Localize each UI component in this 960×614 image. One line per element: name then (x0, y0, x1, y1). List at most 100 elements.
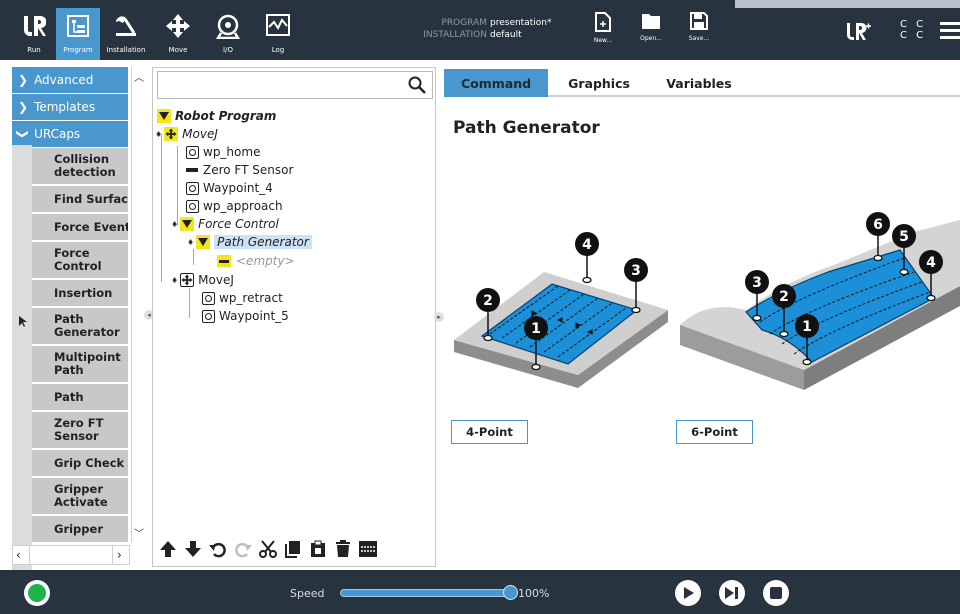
tab-command[interactable]: Command (444, 69, 548, 97)
tree-node-robot-program[interactable]: Robot Program (157, 108, 276, 124)
tree-node-wp-approach[interactable]: wp_approach (185, 198, 283, 214)
four-point-label-1: 1 (531, 321, 541, 337)
nav-move[interactable]: Move (156, 8, 200, 60)
urcap-force-control[interactable]: Force Control (32, 242, 128, 278)
nav-log[interactable]: Log (256, 8, 300, 60)
urcap-collision-detection[interactable]: Collision detection (32, 148, 128, 184)
urcap-insertion[interactable]: Insertion (32, 280, 128, 306)
category-templates[interactable]: ❯ Templates (12, 94, 128, 120)
step-button[interactable] (719, 580, 745, 606)
category-advanced[interactable]: ❯ Advanced (12, 67, 128, 93)
stop-button[interactable] (763, 580, 789, 606)
hamburger-menu-icon[interactable] (940, 20, 960, 44)
play-button[interactable] (675, 580, 701, 606)
folder-icon (642, 14, 660, 29)
top-bar: Run Program Installation Move I/O Log PR… (0, 0, 960, 60)
play-icon (684, 587, 694, 599)
node-label: MoveJ (198, 273, 234, 287)
speed-slider[interactable] (340, 589, 512, 597)
cut-button[interactable] (257, 538, 278, 560)
open-button[interactable]: Open... (633, 12, 669, 56)
category-urcaps-label: URCaps (34, 127, 81, 141)
tree-node-waypoint-5[interactable]: Waypoint_5 (201, 308, 289, 324)
tree-node-empty[interactable]: <empty> (217, 253, 295, 269)
nav-log-label: Log (271, 46, 285, 54)
nav-io[interactable]: I/O (206, 8, 250, 60)
arrow-down-icon (184, 541, 201, 557)
tree-node-waypoint-4[interactable]: Waypoint_4 (185, 180, 273, 196)
collapse-right-icon[interactable]: ▸ (434, 312, 444, 322)
urcap-gripper-activate[interactable]: Gripper Activate (32, 478, 128, 514)
category-urcaps[interactable]: ❯ URCaps (12, 121, 128, 147)
tree-node-movej-1[interactable]: ♦ MoveJ (155, 126, 218, 142)
installation-key: INSTALLATION (423, 30, 487, 40)
scroll-up-icon[interactable]: ︿ (134, 69, 144, 84)
urcap-gripper[interactable]: Gripper (32, 516, 128, 542)
urcaps-plus-icon[interactable] (846, 22, 872, 46)
nav-program[interactable]: Program (56, 8, 100, 60)
move-node-icon (164, 127, 179, 141)
program-key: PROGRAM (441, 18, 487, 28)
pin-icon: ♦ (171, 275, 179, 285)
tree-node-path-generator[interactable]: ♦ Path Generator (187, 234, 312, 250)
redo-button[interactable] (232, 538, 253, 560)
paste-button[interactable] (307, 538, 328, 560)
urcap-zero-ft-sensor[interactable]: Zero FT Sensor (32, 412, 128, 448)
tree-node-force-control[interactable]: ♦ Force Control (171, 216, 279, 232)
urcap-label: Find Surface (54, 191, 128, 206)
urcap-label: Gripper Activate (54, 482, 108, 509)
nav-installation-label: Installation (106, 46, 146, 54)
four-point-button[interactable]: 4-Point (451, 420, 528, 444)
speed-slider-knob[interactable] (503, 585, 518, 600)
installation-name: default (490, 30, 522, 40)
six-point-button[interactable]: 6-Point (676, 420, 753, 444)
node-label: Path Generator (214, 235, 312, 249)
node-label: wp_retract (219, 291, 283, 305)
tree-toolbar (157, 536, 433, 562)
urcap-label: Insertion (54, 285, 113, 300)
search-icon[interactable] (408, 76, 426, 94)
urcap-path-generator[interactable]: Path Generator (32, 308, 128, 344)
move-down-button[interactable] (182, 538, 203, 560)
four-point-diagram: 1 2 3 4 (454, 232, 668, 388)
step-icon (725, 587, 738, 599)
new-file-icon (595, 12, 611, 32)
tree-node-zero-ft-sensor[interactable]: Zero FT Sensor (185, 162, 293, 178)
power-status-button[interactable] (24, 580, 50, 606)
new-button[interactable]: New... (585, 12, 621, 56)
urcap-grip-check[interactable]: Grip Check (32, 450, 128, 476)
scroll-thumb[interactable] (29, 546, 113, 564)
nav-installation[interactable]: Installation (104, 8, 148, 60)
urcap-path[interactable]: Path (32, 384, 128, 410)
palette-horizontal-scrollbar[interactable]: ‹ › (12, 545, 130, 565)
undo-button[interactable] (207, 538, 228, 560)
urcap-find-surface[interactable]: Find Surface (32, 186, 128, 212)
tab-graphics[interactable]: Graphics (554, 69, 644, 97)
scroll-down-icon[interactable]: ﹀ (134, 525, 144, 540)
nav-program-label: Program (63, 46, 93, 54)
urcap-force-event[interactable]: Force Event (32, 214, 128, 240)
log-icon (264, 12, 292, 40)
node-label: <empty> (236, 254, 295, 268)
program-tree-panel: Robot Program ♦ MoveJ wp_home Zero FT Se… (152, 67, 436, 567)
urcap-label: Grip Check (54, 455, 125, 470)
tree-node-wp-retract[interactable]: wp_retract (201, 290, 283, 306)
delete-button[interactable] (332, 538, 353, 560)
urcap-multipoint-path[interactable]: Multipoint Path (32, 346, 128, 382)
copy-button[interactable] (282, 538, 303, 560)
palette-vertical-scrollbar[interactable]: ︿ ﹀ (131, 67, 147, 543)
scroll-left-icon[interactable]: ‹ (16, 548, 21, 562)
nav-move-label: Move (168, 46, 188, 54)
save-button[interactable]: Save... (681, 12, 717, 56)
suppress-button[interactable] (357, 538, 378, 560)
tree-node-movej-2[interactable]: ♦ MoveJ (171, 272, 234, 288)
urcap-label: Path (54, 389, 84, 404)
search-input[interactable] (157, 71, 433, 99)
nav-run[interactable]: Run (12, 8, 56, 60)
waypoint-icon (201, 309, 215, 323)
node-label: wp_home (203, 145, 261, 159)
move-up-button[interactable] (157, 538, 178, 560)
tree-node-wp-home[interactable]: wp_home (185, 144, 260, 160)
tab-variables[interactable]: Variables (654, 69, 744, 97)
scroll-right-icon[interactable]: › (117, 548, 122, 562)
